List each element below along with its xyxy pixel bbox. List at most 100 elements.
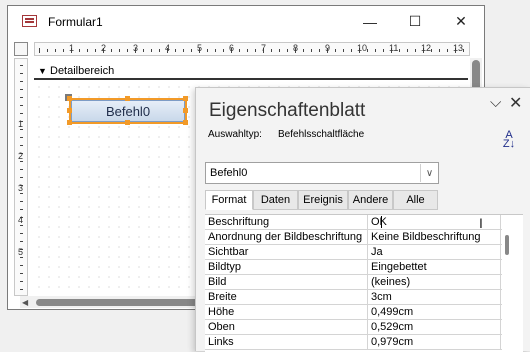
object-select-dropdown[interactable]: Befehl0 ∨: [205, 162, 439, 184]
property-row[interactable]: Anordnung der Bildbeschriftung Keine Bil…: [205, 230, 502, 245]
ruler-tick: [351, 49, 352, 52]
property-row[interactable]: Höhe 0,499cm: [205, 305, 502, 320]
property-row[interactable]: Breite 3cm: [205, 290, 502, 305]
close-button[interactable]: ✕: [438, 6, 484, 37]
ruler-tick: [223, 49, 224, 52]
property-value-input[interactable]: 3cm: [367, 290, 501, 305]
text-caret: [381, 216, 382, 228]
scroll-left-icon[interactable]: ◀: [22, 298, 28, 307]
resize-handle-e[interactable]: [183, 108, 188, 113]
ruler-number: 1: [69, 43, 75, 53]
ruler-tick: [20, 201, 23, 202]
tab-andere[interactable]: Andere: [348, 190, 393, 210]
ruler-tick: [127, 49, 128, 52]
property-value-input[interactable]: Eingebettet: [367, 260, 501, 275]
property-grid-scroll-thumb[interactable]: [505, 235, 509, 255]
property-row[interactable]: Bildtyp Eingebettet: [205, 260, 502, 275]
ruler-area: 1 2 3 4 5 6 7 8 9 10 11 12 13: [14, 40, 470, 58]
ruler-number: 8: [293, 43, 299, 53]
ruler-number: 5: [18, 247, 24, 257]
property-sheet: Eigenschaftenblatt ⌵ ✕ Auswahltyp: Befeh…: [195, 87, 530, 352]
property-value-input[interactable]: Ja: [367, 245, 501, 260]
ruler-tick: [151, 49, 152, 52]
ibeam-cursor-icon: I: [479, 215, 483, 231]
horizontal-ruler[interactable]: 1 2 3 4 5 6 7 8 9 10 11 12 13: [34, 42, 470, 56]
ruler-tick: [87, 49, 88, 52]
property-name: Oben: [208, 321, 235, 333]
resize-handle-nw[interactable]: [67, 96, 72, 101]
ruler-number: 3: [18, 183, 24, 193]
section-header-detail[interactable]: ▼ Detailbereich: [34, 64, 468, 80]
ruler-tick: [20, 105, 23, 106]
property-row[interactable]: Bild (keines): [205, 275, 502, 290]
tab-ereignis[interactable]: Ereignis: [298, 190, 348, 210]
vertical-ruler[interactable]: 1 2 3 4 5: [14, 58, 28, 296]
selection-type-value: Befehlsschaltfläche: [278, 129, 365, 140]
resize-handle-n[interactable]: [125, 96, 130, 101]
ruler-tick: [20, 97, 23, 98]
command-button-befehl0[interactable]: Befehl0: [71, 100, 185, 122]
ruler-tick: [111, 49, 112, 52]
resize-handle-w[interactable]: [67, 108, 72, 113]
sort-az-icon[interactable]: A Z↓: [499, 130, 519, 150]
ruler-number: 12: [421, 43, 432, 53]
ruler-tick: [247, 49, 248, 52]
minimize-button[interactable]: —: [347, 6, 393, 37]
ruler-number: 2: [101, 43, 107, 53]
ruler-tick: [175, 49, 176, 52]
property-name: Links: [208, 336, 234, 348]
ruler-number: 2: [18, 151, 24, 161]
ruler-tick: [287, 49, 288, 52]
property-name: Breite: [208, 291, 237, 303]
ruler-tick: [20, 129, 23, 130]
property-row[interactable]: Beschriftung OK: [205, 215, 502, 230]
property-name: Beschriftung: [208, 216, 270, 228]
form-titlebar[interactable]: Formular1 — ☐ ✕: [8, 6, 484, 37]
ruler-tick: [119, 49, 120, 52]
ruler-tick: [399, 49, 400, 52]
ruler-tick: [183, 49, 184, 52]
ruler-tick: [20, 241, 23, 242]
tab-format[interactable]: Format: [205, 190, 253, 210]
ruler-number: 7: [261, 43, 267, 53]
ruler-tick: [143, 49, 144, 52]
property-row[interactable]: Oben 0,529cm: [205, 320, 502, 335]
ruler-tick: [431, 49, 432, 52]
object-select-value: Befehl0: [210, 167, 248, 179]
property-sheet-close-icon[interactable]: ✕: [509, 93, 522, 113]
ruler-tick: [407, 49, 408, 52]
ruler-tick: [255, 49, 256, 52]
property-name: Bild: [208, 276, 227, 288]
form-selector[interactable]: [14, 42, 28, 56]
tab-daten[interactable]: Daten: [253, 190, 298, 210]
property-row[interactable]: Sichtbar Ja: [205, 245, 502, 260]
ruler-tick: [447, 49, 448, 52]
property-value-input[interactable]: 0,529cm: [367, 320, 501, 335]
ruler-tick: [20, 225, 23, 226]
resize-handle-s[interactable]: [125, 120, 130, 125]
ruler-number: 9: [325, 43, 331, 53]
property-value-input[interactable]: (keines): [367, 275, 501, 290]
property-value-input[interactable]: Keine Bildbeschriftung: [367, 230, 501, 245]
resize-handle-se[interactable]: [183, 120, 188, 125]
property-name: Bildtyp: [208, 261, 242, 273]
ruler-tick: [343, 49, 344, 52]
tab-alle[interactable]: Alle: [393, 190, 438, 210]
property-value-input[interactable]: 0,979cm: [367, 335, 501, 350]
property-row[interactable]: Links 0,979cm: [205, 335, 502, 350]
collapse-chevron-icon[interactable]: ⌵: [490, 94, 501, 111]
property-value-input[interactable]: 0,499cm: [367, 305, 501, 320]
chevron-down-icon[interactable]: ∨: [420, 164, 438, 182]
ruler-number: 6: [229, 43, 235, 53]
resize-handle-ne[interactable]: [183, 96, 188, 101]
ruler-tick: [279, 49, 280, 52]
section-label: Detailbereich: [50, 65, 115, 77]
property-grid: Beschriftung OK Anordnung der Bildbeschr…: [205, 214, 523, 352]
ruler-tick: [20, 81, 23, 82]
horizontal-scroll-thumb[interactable]: [36, 299, 216, 306]
maximize-button[interactable]: ☐: [392, 6, 438, 37]
property-name: Anordnung der Bildbeschriftung: [208, 231, 363, 243]
ruler-tick: [39, 48, 40, 53]
resize-handle-sw[interactable]: [67, 120, 72, 125]
property-name: Sichtbar: [208, 246, 249, 258]
